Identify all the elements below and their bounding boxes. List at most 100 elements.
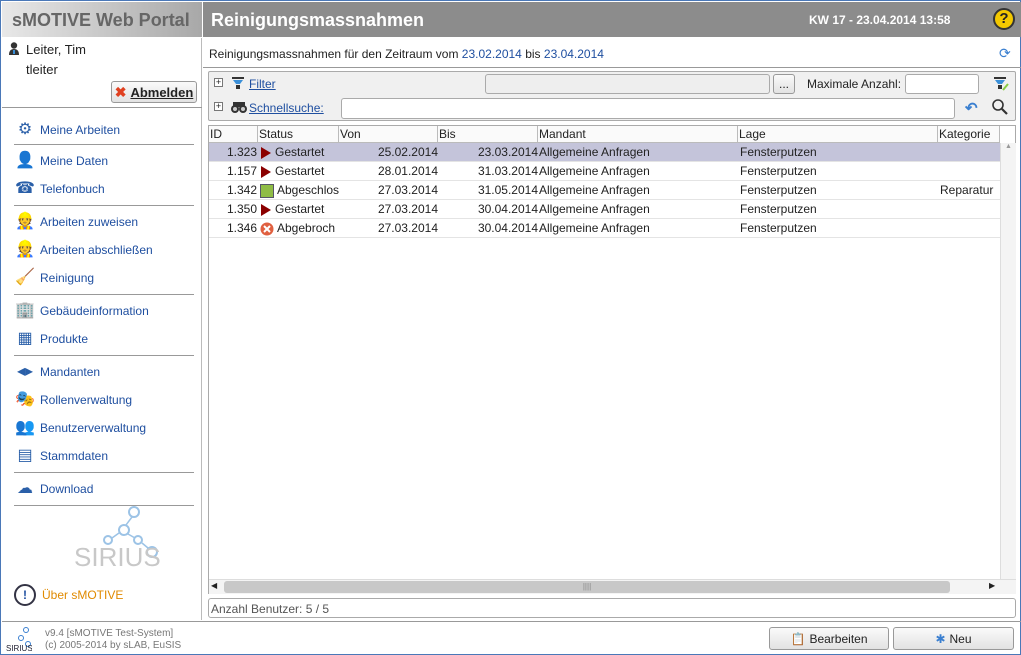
cell-von: 27.03.2014: [377, 202, 438, 216]
sidebar-item-arbeiten-abschließen[interactable]: 👷 Arbeiten abschließen: [14, 238, 153, 262]
quicksearch-label[interactable]: Schnellsuche:: [249, 101, 324, 115]
column-header-id[interactable]: ID: [209, 126, 258, 143]
user-login: tleiter: [26, 62, 58, 77]
logout-button[interactable]: ✖ Abmelden: [111, 81, 197, 103]
cell-lage: Fensterputzen: [740, 202, 817, 216]
max-count-label: Maximale Anzahl:: [807, 77, 902, 91]
status-bar: Anzahl Benutzer: 5 / 5: [208, 598, 1016, 618]
divider: [14, 205, 194, 206]
cleaning-icon: 🧹: [15, 269, 35, 286]
building-icon: 🏢: [15, 302, 35, 319]
column-header-von[interactable]: Von: [339, 126, 438, 143]
cell-id: 1.350: [226, 202, 257, 216]
filter-field[interactable]: [485, 74, 770, 94]
sidebar-item-rollenverwaltung[interactable]: 🎭 Rollenverwaltung: [14, 388, 132, 412]
scroll-left-icon[interactable]: ◀: [211, 581, 217, 590]
cell-id: 1.157: [226, 164, 257, 178]
quicksearch-input[interactable]: [341, 98, 955, 119]
worker-complete-icon: 👷: [15, 241, 35, 258]
edit-button[interactable]: 📋 Bearbeiten: [769, 627, 889, 650]
gears-icon: ⚙: [17, 121, 33, 138]
column-header-kategorie[interactable]: Kategorie: [938, 126, 1000, 143]
cell-mandant: Allgemeine Anfragen: [539, 202, 650, 216]
scroll-thumb[interactable]: ||||: [224, 581, 950, 593]
table-row[interactable]: 1.346 Abgebroch 27.03.2014 30.04.2014 Allgem…: [209, 219, 1000, 238]
divider: [14, 472, 194, 473]
status-play-icon: [260, 165, 272, 179]
expand-quicksearch-icon[interactable]: +: [214, 102, 223, 111]
refresh-icon[interactable]: ⟳: [999, 45, 1011, 62]
divider: [14, 144, 194, 145]
user-icon: [9, 42, 19, 55]
cell-kategorie: [940, 143, 1000, 162]
cell-bis: 23.03.2014: [477, 145, 538, 159]
new-button[interactable]: ✱ Neu: [893, 627, 1014, 650]
sidebar-item-mandanten[interactable]: ◂▸ Mandanten: [14, 360, 100, 384]
vertical-scrollbar[interactable]: ▲: [1000, 143, 1016, 579]
date-from[interactable]: 23.02.2014: [462, 47, 522, 61]
cell-bis: 31.05.2014: [477, 183, 538, 197]
info-icon: !: [14, 584, 36, 606]
cell-mandant: Allgemeine Anfragen: [539, 221, 650, 235]
sidebar-item-reinigung[interactable]: 🧹 Reinigung: [14, 266, 94, 290]
sirius-logo: SIRIUS: [72, 498, 162, 573]
copyright-text: (c) 2005-2014 by sLAB, EuSIS: [45, 640, 182, 651]
sirius-small-logo: SIRIUS: [6, 626, 33, 655]
cell-bis: 30.04.2014: [477, 202, 538, 216]
search-icon[interactable]: [991, 98, 1009, 119]
cell-kategorie: Reparatur: [940, 183, 994, 197]
data-table: ID Status Von Bis Mandant Lage Kategorie 1.323…: [208, 125, 1016, 594]
filter-panel: + Filter ... Maximale Anzahl: + Schnells…: [208, 71, 1016, 121]
filter-link[interactable]: Filter: [249, 77, 276, 91]
header-bar: Reinigungsmassnahmen KW 17 - 23.04.2014 …: [203, 2, 1021, 37]
sidebar-item-telefonbuch[interactable]: ☎ Telefonbuch: [14, 177, 105, 201]
about-link[interactable]: ! Über sMOTIVE: [14, 584, 123, 606]
help-icon[interactable]: ?: [993, 8, 1015, 30]
cell-status: Gestartet: [260, 200, 339, 219]
column-header-bis[interactable]: Bis: [438, 126, 538, 143]
cell-id: 1.323: [226, 145, 257, 159]
binoculars-icon: [230, 100, 248, 117]
horizontal-scrollbar[interactable]: ◀ |||| ▶: [209, 579, 1016, 594]
scroll-up-icon[interactable]: ▲: [1001, 143, 1016, 150]
cell-lage: Fensterputzen: [740, 221, 817, 235]
date-to[interactable]: 23.04.2014: [544, 47, 604, 61]
week-datetime: KW 17 - 23.04.2014 13:58: [809, 13, 951, 27]
users-icon: 👥: [15, 419, 35, 436]
column-header-lage[interactable]: Lage: [738, 126, 938, 143]
funnel-icon: [231, 76, 245, 93]
svg-text:SIRIUS: SIRIUS: [6, 644, 32, 652]
filter-browse-button[interactable]: ...: [773, 74, 795, 94]
column-header-mandant[interactable]: Mandant: [538, 126, 738, 143]
masks-icon: 🎭: [15, 391, 35, 408]
max-count-input[interactable]: [905, 74, 979, 94]
apply-filter-icon[interactable]: [993, 76, 1009, 95]
cell-kategorie: [940, 162, 1000, 181]
status-done-icon: [260, 183, 274, 198]
scroll-right-icon[interactable]: ▶: [989, 581, 995, 590]
status-cancel-icon: [260, 222, 274, 236]
sidebar-item-meine-daten[interactable]: 👤 Meine Daten: [14, 149, 108, 173]
sidebar-item-stammdaten[interactable]: ▤ Stammdaten: [14, 444, 108, 468]
table-row[interactable]: 1.323 Gestartet 25.02.2014 23.03.2014 Allgem…: [209, 143, 1000, 162]
worker-assign-icon: 👷: [15, 213, 35, 230]
cell-von: 25.02.2014: [377, 145, 438, 159]
expand-filter-icon[interactable]: +: [214, 78, 223, 87]
sidebar-item-produkte[interactable]: ▦ Produkte: [14, 327, 88, 351]
cell-mandant: Allgemeine Anfragen: [539, 145, 650, 159]
table-row[interactable]: 1.350 Gestartet 27.03.2014 30.04.2014 Allgem…: [209, 200, 1000, 219]
table-row[interactable]: 1.342 Abgeschlos 27.03.2014 31.05.2014 Allge…: [209, 181, 1000, 200]
divider: [203, 67, 1021, 68]
sidebar-item-meine-arbeiten[interactable]: ⚙ Meine Arbeiten: [14, 118, 120, 142]
cell-status: Gestartet: [260, 143, 339, 162]
cell-id: 1.342: [226, 183, 257, 197]
sidebar-item-benutzerverwaltung[interactable]: 👥 Benutzerverwaltung: [14, 416, 146, 440]
table-row[interactable]: 1.157 Gestartet 28.01.2014 31.03.2014 Allgem…: [209, 162, 1000, 181]
cell-lage: Fensterputzen: [740, 164, 817, 178]
sidebar-item-arbeiten-zuweisen[interactable]: 👷 Arbeiten zuweisen: [14, 210, 138, 234]
undo-icon[interactable]: ↶: [965, 99, 978, 117]
cell-lage: Fensterputzen: [740, 145, 817, 159]
column-header-status[interactable]: Status: [258, 126, 339, 143]
sidebar-item-gebäudeinformation[interactable]: 🏢 Gebäudeinformation: [14, 299, 149, 323]
cloud-download-icon: ☁: [17, 480, 33, 497]
